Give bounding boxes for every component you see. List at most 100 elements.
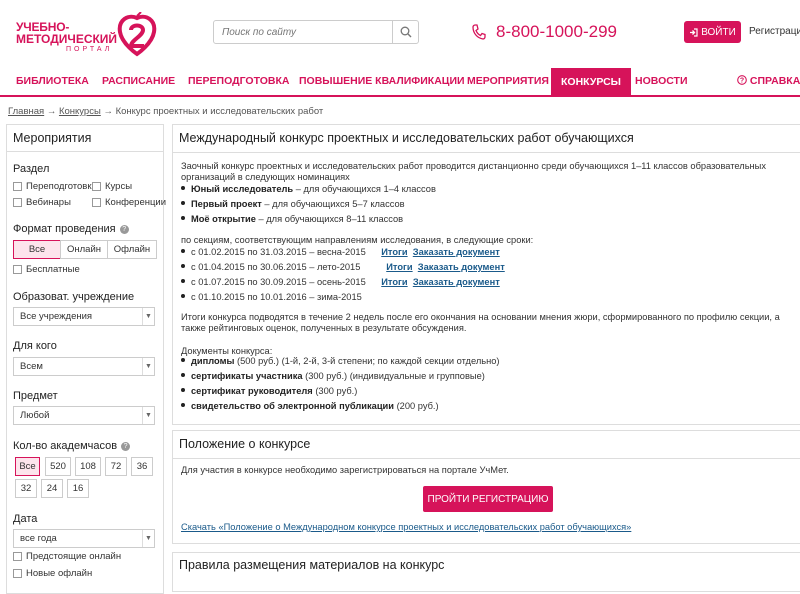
for-whom-label: Для кого	[13, 340, 57, 352]
nomination-name: Юный исследователь	[191, 184, 294, 194]
format-label: Формат проведения?	[13, 223, 129, 235]
hours-option[interactable]: Все	[15, 457, 40, 476]
regulation-panel: Положение о конкурсе Для участия в конку…	[172, 430, 800, 544]
document-name: дипломы	[191, 356, 235, 366]
checkbox-icon	[13, 198, 22, 207]
document-name: свидетельство об электронной публикации	[191, 401, 394, 411]
phone-number: 8-800-1000-299	[496, 22, 617, 41]
institution-label: Образоват. учреждение	[13, 291, 135, 303]
hours-option[interactable]: 24	[41, 479, 63, 498]
breadcrumb-home[interactable]: Главная	[8, 106, 44, 117]
nav-item-library[interactable]: БИБЛИОТЕКА	[16, 66, 89, 95]
panel-divider	[173, 458, 800, 459]
register-button[interactable]: ПРОЙТИ РЕГИСТРАЦИЮ	[423, 486, 553, 512]
order-document-link[interactable]: Заказать документ	[413, 247, 500, 257]
period-item: с 01.04.2015 по 30.06.2015 – лето-2015 И…	[181, 262, 505, 272]
register-link[interactable]: Регистрация	[749, 26, 800, 37]
checkbox-label: Предстоящие онлайн	[26, 551, 122, 562]
checkbox-label: Новые офлайн	[26, 568, 93, 579]
sidebar-title: Мероприятия	[13, 131, 92, 145]
nav-item-retraining[interactable]: ПЕРЕПОДГОТОВКА	[188, 66, 290, 95]
hours-option[interactable]: 16	[67, 479, 89, 498]
nav-item-qualification[interactable]: ПОВЫШЕНИЕ КВАЛИФИКАЦИИ	[299, 66, 465, 95]
order-document-link[interactable]: Заказать документ	[418, 262, 505, 272]
date-select[interactable]: все года ▼	[13, 529, 155, 548]
checkbox-free[interactable]: Бесплатные	[13, 264, 80, 275]
checkbox-label: Бесплатные	[26, 264, 80, 275]
nav-item-schedule[interactable]: РАСПИСАНИЕ	[102, 66, 175, 95]
login-button[interactable]: ВОЙТИ	[684, 21, 741, 43]
sidebar-divider	[7, 151, 163, 152]
format-offline[interactable]: Офлайн	[107, 240, 157, 259]
checkbox-retraining[interactable]: Переподготовка	[13, 181, 97, 192]
hours-option[interactable]: 36	[131, 457, 153, 476]
bullet-icon	[181, 294, 185, 298]
site-search	[213, 20, 419, 44]
period-text: с 01.04.2015 по 30.06.2015 – лето-2015	[191, 262, 361, 272]
section-label: Раздел	[13, 163, 50, 175]
chevron-down-icon: ▼	[142, 530, 154, 547]
contest-panel: Международный конкурс проектных и исслед…	[172, 124, 800, 425]
date-value: все года	[20, 533, 57, 544]
institution-value: Все учреждения	[20, 311, 93, 322]
period-item: с 01.02.2015 по 31.03.2015 – весна-2015 …	[181, 247, 500, 257]
hours-option[interactable]: 520	[45, 457, 71, 476]
format-online[interactable]: Онлайн	[60, 240, 108, 259]
nav-item-contests[interactable]: КОНКУРСЫ	[551, 68, 631, 95]
panel-divider	[173, 152, 800, 153]
nomination-desc: – для обучающихся 8–11 классов	[255, 214, 404, 224]
nomination-item: Юный исследователь – для обучающихся 1–4…	[181, 184, 436, 194]
document-item: сертификаты участника (300 руб.) (индиви…	[181, 371, 485, 381]
checkbox-new-offline[interactable]: Новые офлайн	[13, 568, 92, 579]
period-text: с 01.02.2015 по 31.03.2015 – весна-2015	[191, 247, 366, 257]
nomination-desc: – для обучающихся 5–7 классов	[261, 199, 405, 209]
download-regulation-link[interactable]: Скачать «Положение о Международном конку…	[181, 522, 631, 532]
hours-option[interactable]: 32	[15, 479, 37, 498]
nav-item-events[interactable]: МЕРОПРИЯТИЯ	[467, 66, 549, 95]
checkbox-conferences[interactable]: Конференции	[92, 197, 166, 208]
results-link[interactable]: Итоги	[386, 262, 412, 272]
checkbox-icon	[13, 552, 22, 561]
checkbox-webinars[interactable]: Вебинары	[13, 197, 71, 208]
document-desc: (200 руб.)	[394, 401, 439, 411]
phone-icon	[472, 24, 486, 40]
help-icon[interactable]: ?	[121, 442, 131, 451]
site-logo[interactable]: УЧЕБНО- МЕТОДИЧЕСКИЙ ПОРТАЛ	[6, 12, 166, 62]
results-link[interactable]: Итоги	[381, 247, 407, 257]
login-icon	[690, 27, 698, 37]
nav-help[interactable]: ? СПРАВКА	[737, 66, 800, 95]
format-label-text: Формат проведения	[13, 223, 116, 235]
search-icon	[400, 26, 411, 38]
nav-item-news[interactable]: НОВОСТИ	[635, 66, 688, 95]
results-link[interactable]: Итоги	[381, 277, 407, 287]
checkbox-icon	[13, 265, 22, 274]
subject-select[interactable]: Любой ▼	[13, 406, 155, 425]
phone-contact: 8-800-1000-299	[472, 20, 617, 44]
help-icon[interactable]: ?	[119, 225, 129, 234]
rules-title: Правила размещения материалов на конкурс	[179, 558, 445, 572]
document-desc: (300 руб.)	[312, 386, 358, 396]
for-whom-select[interactable]: Всем ▼	[13, 357, 155, 376]
period-text: с 01.07.2015 по 30.09.2015 – осень-2015	[191, 277, 366, 287]
document-desc: (500 руб.) (1-й, 2-й, 3-й степени; по ка…	[234, 356, 500, 366]
logo-emblem-icon	[117, 12, 157, 57]
search-button[interactable]	[392, 21, 418, 43]
checkbox-label: Курсы	[105, 181, 133, 192]
hours-option[interactable]: 108	[75, 457, 101, 476]
date-label: Дата	[13, 513, 38, 525]
sections-text: по секциям, соответствующим направлениям…	[181, 235, 534, 245]
logo-line3: ПОРТАЛ	[66, 46, 113, 53]
bullet-icon	[181, 186, 185, 190]
document-item: дипломы (500 руб.) (1-й, 2-й, 3-й степен…	[181, 356, 500, 366]
institution-select[interactable]: Все учреждения ▼	[13, 307, 155, 326]
checkbox-upcoming-online[interactable]: Предстоящие онлайн	[13, 551, 121, 562]
order-document-link[interactable]: Заказать документ	[413, 277, 500, 287]
format-all[interactable]: Все	[13, 240, 61, 259]
checkbox-courses[interactable]: Курсы	[92, 181, 132, 192]
breadcrumb-section[interactable]: Конкурсы	[59, 106, 101, 117]
search-input[interactable]	[214, 21, 390, 43]
hours-option[interactable]: 72	[105, 457, 127, 476]
bullet-icon	[181, 388, 185, 392]
checkbox-label: Конференции	[105, 197, 167, 208]
for-whom-value: Всем	[20, 361, 43, 372]
